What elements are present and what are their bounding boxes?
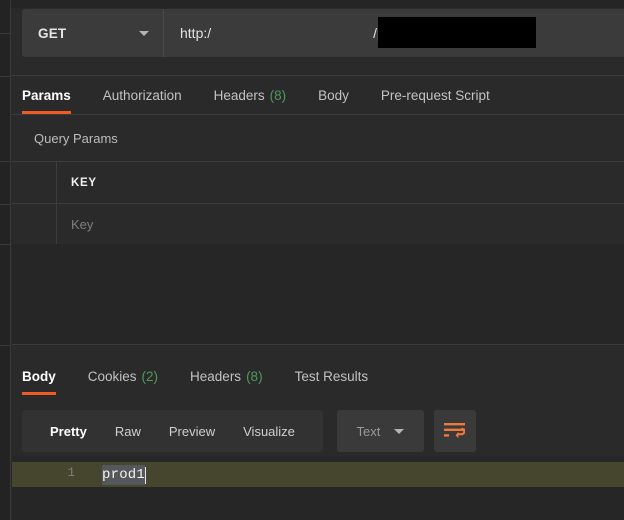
tab-pre-request-script-label: Pre-request Script — [380, 87, 490, 103]
tab-pre-request-script[interactable]: Pre-request Script — [381, 76, 490, 114]
tab-params-label: Params — [22, 87, 71, 103]
response-format-toolbar: Pretty Raw Preview Visualize Text — [22, 410, 624, 452]
url-input[interactable]: http:/ /profile — [164, 9, 624, 57]
response-tab-headers-label: Headers — [190, 368, 242, 384]
window-top-strip — [11, 0, 624, 8]
response-tab-test-results-label: Test Results — [294, 368, 369, 384]
chevron-down-icon — [139, 30, 149, 36]
row-checkbox-cell[interactable] — [12, 204, 57, 245]
response-tab-headers[interactable]: Headers (8) — [190, 357, 263, 395]
tab-headers-label: Headers — [213, 87, 265, 103]
response-tab-bar: Body Cookies (2) Headers (8) Test Result… — [11, 357, 624, 395]
code-line[interactable]: prod1 — [102, 465, 147, 485]
header-key-cell: KEY — [57, 162, 624, 203]
response-tab-cookies[interactable]: Cookies (2) — [88, 357, 158, 395]
line-number: 1 — [67, 466, 75, 480]
word-wrap-button[interactable] — [433, 410, 476, 452]
request-tabs-bottom-divider — [11, 114, 624, 115]
tab-authorization-label: Authorization — [102, 87, 182, 103]
active-response-tab-underline — [22, 392, 56, 395]
view-preview[interactable]: Preview — [169, 424, 215, 439]
left-rail — [0, 0, 11, 520]
column-header-key: KEY — [71, 176, 97, 189]
chevron-down-icon — [394, 428, 405, 434]
response-tab-body[interactable]: Body — [22, 357, 56, 395]
response-view-segment: Pretty Raw Preview Visualize — [22, 410, 323, 452]
response-tab-headers-count: (8) — [246, 368, 263, 384]
header-checkbox-cell — [12, 162, 57, 203]
response-tab-body-label: Body — [22, 368, 56, 384]
tab-headers[interactable]: Headers (8) — [214, 76, 287, 114]
view-raw[interactable]: Raw — [115, 424, 141, 439]
postman-request-window: GET http:/ /profile Params Authorization… — [0, 0, 624, 520]
response-tab-test-results[interactable]: Test Results — [295, 357, 369, 395]
response-body-editor[interactable]: 1 prod1 — [12, 456, 624, 520]
row-key-placeholder: Key — [71, 217, 94, 232]
row-key-input[interactable]: Key — [57, 204, 624, 245]
text-cursor — [145, 466, 147, 484]
tab-headers-count: (8) — [269, 87, 287, 103]
response-tab-cookies-label: Cookies — [87, 368, 137, 384]
table-row[interactable]: Key — [12, 204, 624, 246]
word-wrap-icon — [444, 422, 466, 438]
selected-text: prod1 — [102, 465, 146, 485]
request-url-bar: GET http:/ /profile — [22, 9, 624, 57]
http-method-selector[interactable]: GET — [22, 9, 164, 57]
query-params-title: Query Params — [34, 131, 118, 146]
http-method-label: GET — [38, 25, 67, 41]
request-tab-bar: Params Authorization Headers (8) Body Pr… — [11, 76, 624, 114]
query-params-table: KEY Key — [12, 161, 624, 246]
tab-body[interactable]: Body — [318, 76, 349, 114]
tab-params[interactable]: Params — [22, 76, 71, 114]
table-header-row: KEY — [12, 162, 624, 204]
tab-body-label: Body — [318, 87, 349, 103]
response-language-value: Text — [356, 423, 381, 439]
response-tab-cookies-count: (2) — [141, 368, 159, 384]
url-redaction-box — [378, 17, 536, 48]
tab-authorization[interactable]: Authorization — [103, 76, 182, 114]
view-pretty[interactable]: Pretty — [50, 424, 87, 439]
response-language-select[interactable]: Text — [336, 410, 424, 452]
params-empty-area — [12, 244, 624, 345]
view-visualize[interactable]: Visualize — [243, 424, 295, 439]
url-prefix-text: http:/ — [180, 25, 212, 41]
